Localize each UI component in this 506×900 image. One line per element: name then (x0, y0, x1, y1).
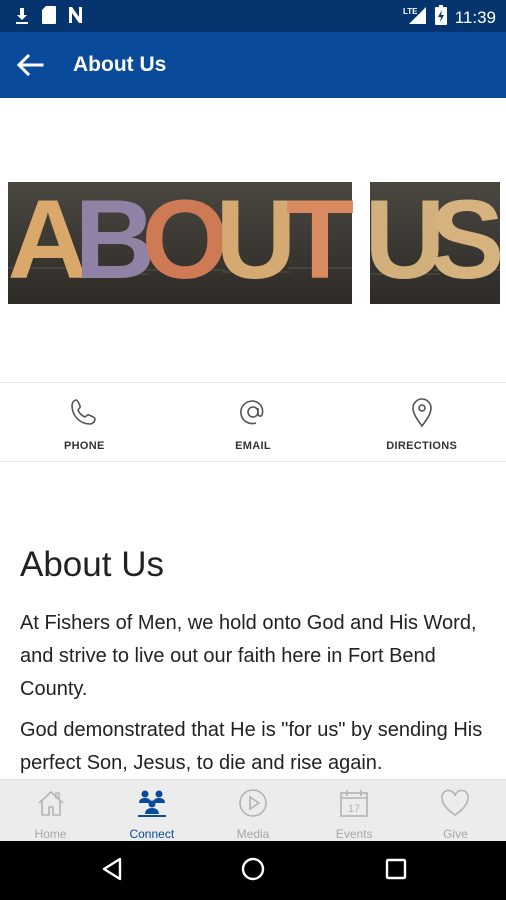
at-icon (236, 395, 270, 434)
directions-action[interactable]: DIRECTIONS (337, 383, 506, 461)
triangle-back-icon (100, 856, 124, 887)
directions-label: DIRECTIONS (386, 440, 458, 452)
system-recents-button[interactable] (380, 855, 412, 887)
calendar-day: 17 (348, 803, 360, 815)
signal-icon: LTE (403, 5, 427, 30)
hero-image: A B O U T U S (0, 98, 506, 383)
nav-label-events: Events (335, 827, 373, 841)
nav-item-give[interactable]: Give (405, 780, 506, 841)
phone-icon (67, 395, 101, 434)
system-home-button[interactable] (237, 855, 269, 887)
nav-label-home: Home (34, 827, 67, 841)
location-pin-icon (405, 395, 439, 434)
system-nav-bar (0, 841, 506, 900)
play-icon (236, 786, 270, 825)
content-title: About Us (20, 545, 164, 584)
app-bar: About Us (0, 32, 506, 98)
hero-letter: T (286, 177, 354, 302)
phone-label: PHONE (64, 440, 105, 452)
phone-action[interactable]: PHONE (0, 383, 169, 461)
hero-letter: U (216, 177, 297, 302)
nav-label-give: Give (443, 827, 468, 841)
status-system: LTE 11:39 (403, 5, 496, 30)
nav-label-connect: Connect (129, 827, 175, 841)
about-us-letterpress-image: A B O U T U S (8, 177, 505, 304)
people-icon (135, 786, 169, 825)
n-notification-icon (68, 6, 84, 29)
battery-icon (434, 5, 447, 30)
contact-actions: PHONE EMAIL DIRECTIONS (0, 382, 506, 462)
circle-home-icon (240, 856, 266, 887)
email-label: EMAIL (235, 440, 271, 452)
nav-item-media[interactable]: Media (202, 780, 303, 841)
about-content: About Us At Fishers of Men, we hold onto… (20, 540, 490, 780)
nav-label-media: Media (236, 827, 270, 841)
heart-icon (438, 786, 472, 825)
square-recents-icon (384, 857, 408, 886)
hero-letter: S (430, 177, 505, 302)
status-bar: LTE 11:39 (0, 0, 506, 32)
status-notifications (14, 6, 84, 29)
status-time: 11:39 (454, 7, 496, 27)
system-back-button[interactable] (96, 855, 128, 887)
page-title: About Us (73, 53, 167, 76)
home-icon (34, 786, 68, 825)
bottom-nav: Home Connect Media 17 Events Give (0, 779, 506, 841)
email-action[interactable]: EMAIL (169, 383, 338, 461)
network-type: LTE (403, 7, 418, 16)
sim-card-icon (42, 6, 56, 29)
nav-item-events[interactable]: 17 Events (304, 780, 405, 841)
nav-item-connect[interactable]: Connect (101, 780, 202, 841)
back-button[interactable] (12, 49, 48, 85)
calendar-icon: 17 (337, 786, 371, 825)
paragraph: God demonstrated that He is "for us" by … (20, 719, 483, 774)
paragraph: At Fishers of Men, we hold onto God and … (20, 612, 477, 700)
download-icon (14, 6, 30, 29)
arrow-left-icon (16, 53, 44, 81)
nav-item-home[interactable]: Home (0, 780, 101, 841)
